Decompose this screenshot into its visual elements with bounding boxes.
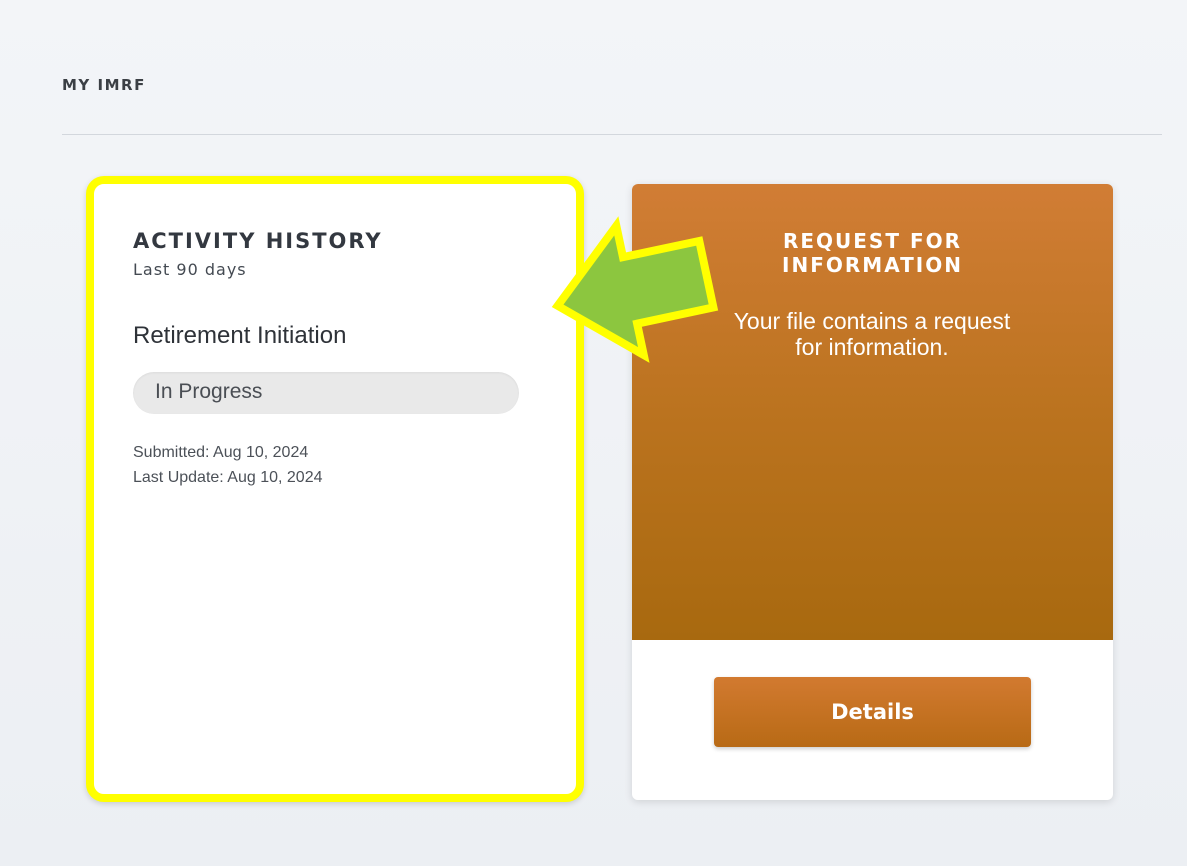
request-message-line2: for information. bbox=[795, 334, 949, 360]
last-update-date: Last Update: Aug 10, 2024 bbox=[133, 469, 323, 486]
status-badge-label: In Progress bbox=[155, 380, 263, 403]
activity-item-name: Retirement Initiation bbox=[133, 322, 347, 349]
activity-history-heading: ACTIVITY HISTORY bbox=[133, 229, 383, 253]
activity-history-period: Last 90 days bbox=[133, 260, 247, 279]
submitted-date: Submitted: Aug 10, 2024 bbox=[133, 444, 309, 461]
status-badge: In Progress bbox=[133, 372, 519, 414]
section-divider bbox=[62, 134, 1162, 135]
page: MY IMRF ACTIVITY HISTORY Last 90 days Re… bbox=[0, 0, 1187, 866]
arrow-shape bbox=[551, 216, 719, 363]
section-title: MY IMRF bbox=[62, 76, 146, 94]
details-button[interactable]: Details bbox=[714, 677, 1031, 747]
annotation-arrow-icon bbox=[551, 216, 719, 363]
request-message-line1: Your file contains a request bbox=[733, 308, 1011, 334]
activity-history-card[interactable]: ACTIVITY HISTORY Last 90 days Retirement… bbox=[86, 176, 584, 802]
request-message: Your file contains a request for informa… bbox=[672, 308, 1072, 360]
